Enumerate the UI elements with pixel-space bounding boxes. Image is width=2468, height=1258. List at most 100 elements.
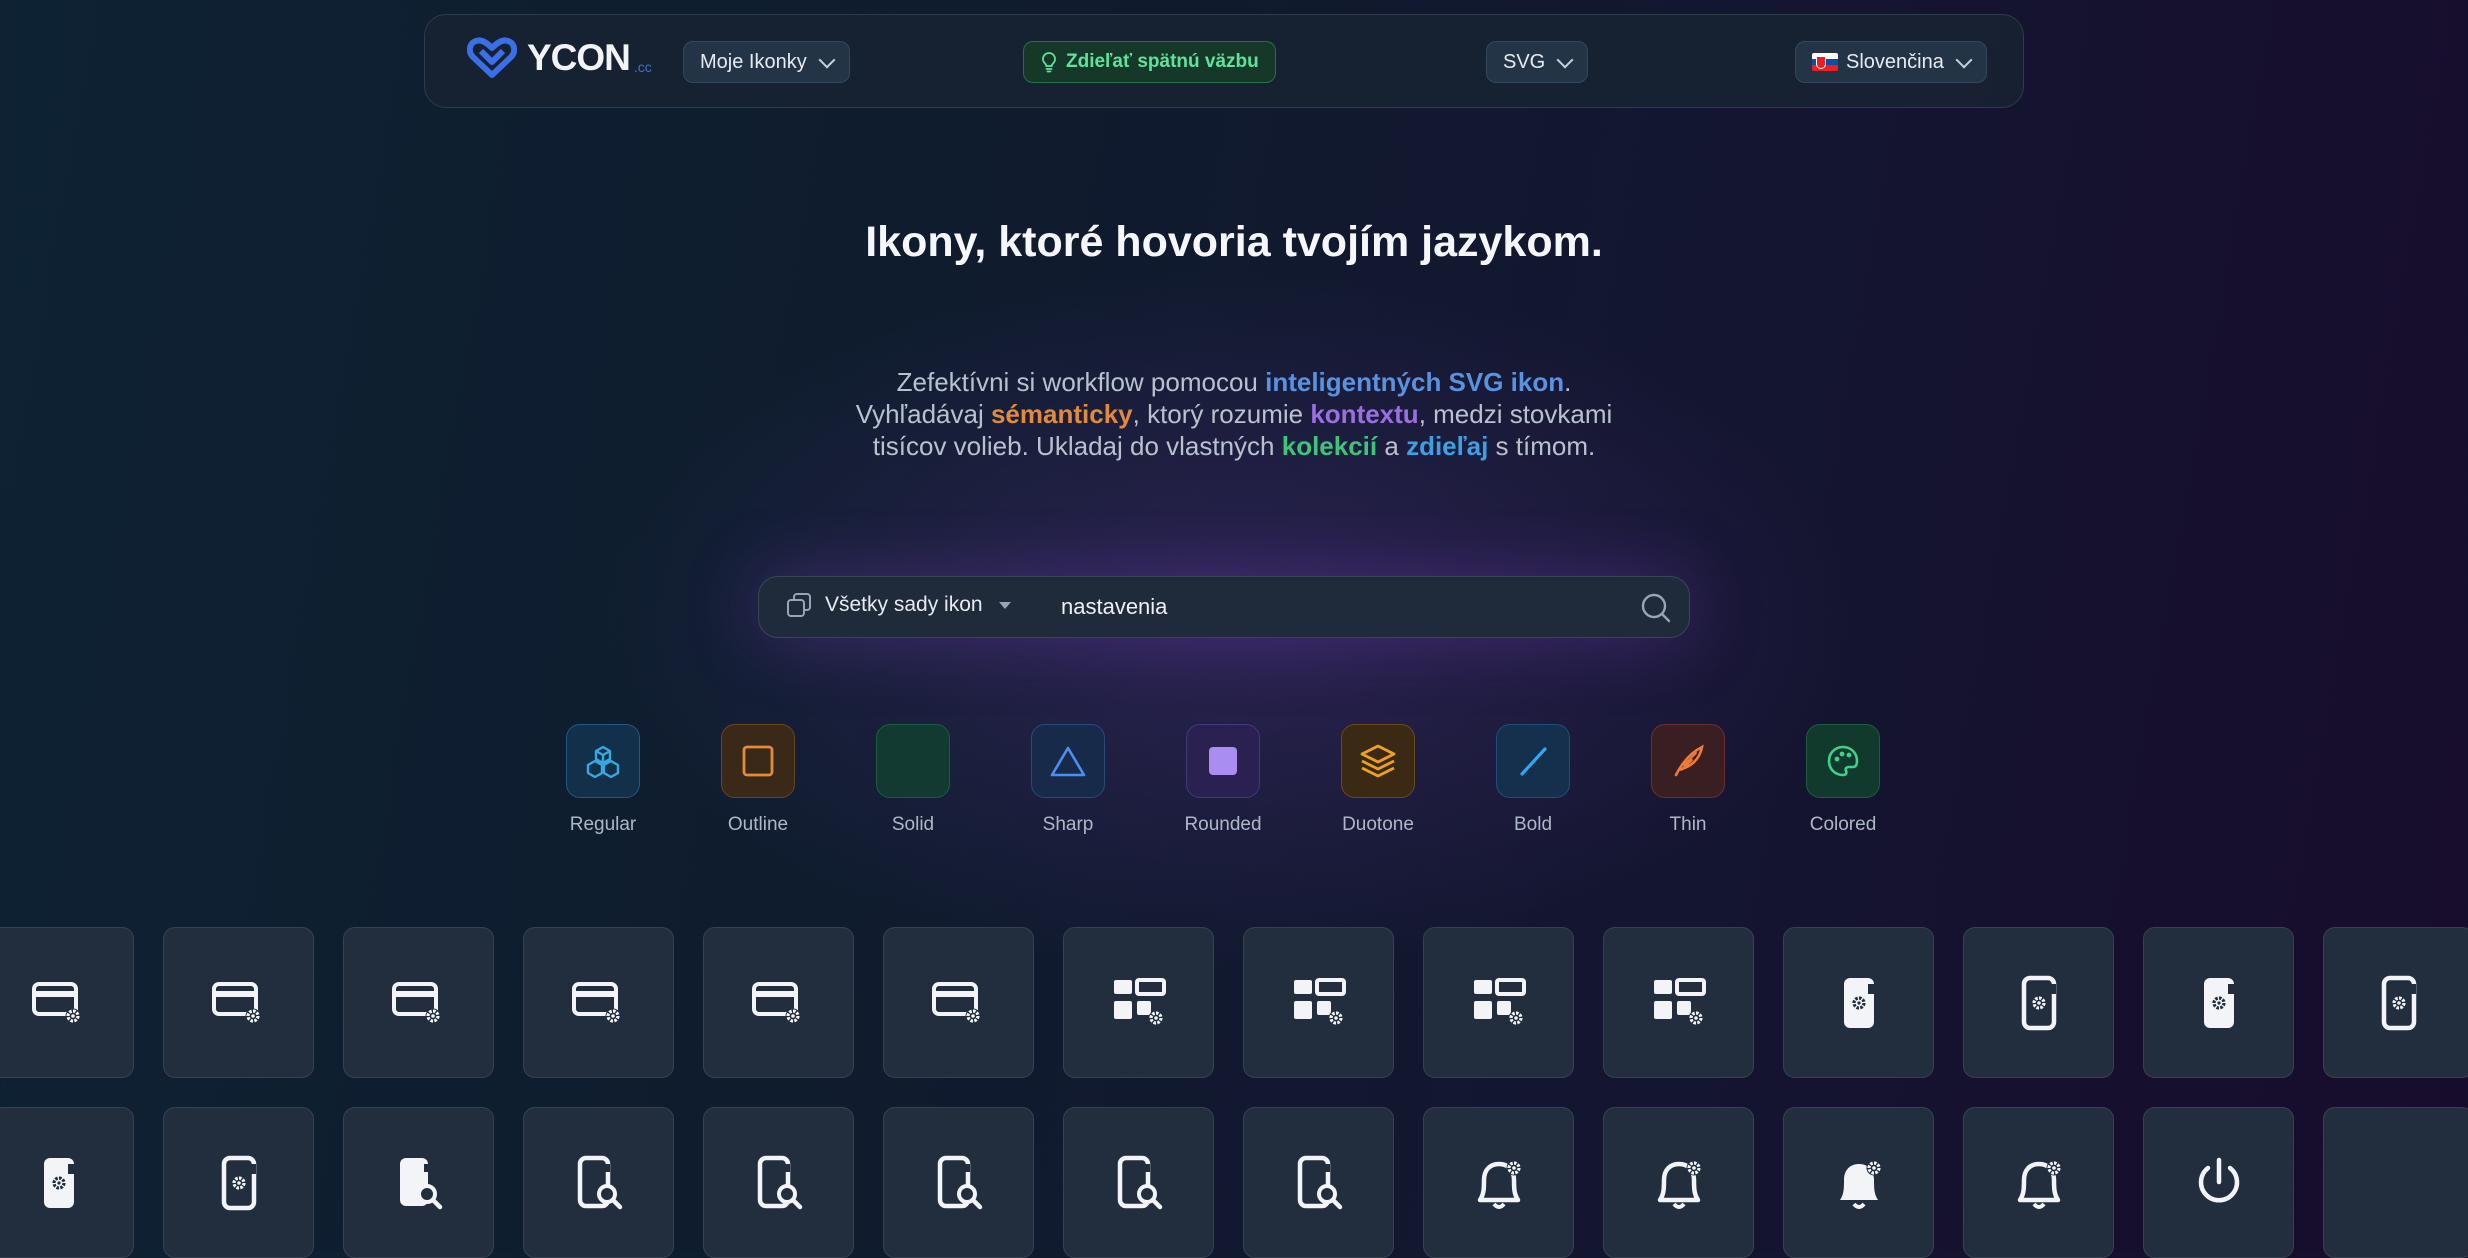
style-filter-row: Regular Outline Solid Sharp Rounded Duot… [566,724,1880,836]
style-outline-tile[interactable] [721,724,795,798]
description-text: a [1377,431,1407,461]
format-dropdown[interactable]: SVG [1486,41,1589,83]
result-tile[interactable] [523,927,674,1078]
rounded-square-icon [1209,747,1237,775]
result-tile[interactable] [1063,1107,1214,1258]
description-text: s tímom. [1488,431,1596,461]
style-bold-tile[interactable] [1496,724,1570,798]
result-tile[interactable] [163,1107,314,1258]
phone-settings-icon [221,1155,256,1210]
caret-down-icon [998,601,1011,609]
format-label: SVG [1503,50,1546,73]
result-tile[interactable] [1063,927,1214,1078]
result-tile[interactable] [2323,1107,2468,1258]
description-text: . [1564,367,1572,397]
result-tile[interactable] [0,1107,134,1258]
style-rounded-tile[interactable] [1186,724,1260,798]
my-icons-dropdown[interactable]: Moje Ikonky [683,41,850,83]
style-solid-tile[interactable] [876,724,950,798]
language-dropdown[interactable]: Slovenčina [1795,41,1987,83]
description-text: tisícov volieb. Ukladaj do vlastných [872,431,1282,461]
style-duotone-label: Duotone [1342,814,1414,835]
result-tile[interactable] [343,1107,494,1258]
style-sharp-label: Sharp [1042,814,1094,835]
hero-description: Zefektívni si workflow pomocou inteligen… [734,366,1734,462]
search-input[interactable] [1061,587,1601,627]
square-outline-icon [742,745,774,777]
result-tile[interactable] [343,927,494,1078]
result-tile[interactable] [163,927,314,1078]
my-icons-label: Moje Ikonky [700,50,807,73]
style-colored[interactable]: Colored [1806,724,1880,836]
bell-settings-icon [1657,1160,1701,1209]
style-outline[interactable]: Outline [721,724,795,836]
feather-icon [1674,744,1704,777]
phone-search-icon [757,1155,802,1209]
style-sharp[interactable]: Sharp [1031,724,1105,836]
slovak-flag-icon [1812,53,1838,71]
palette-icon [1827,745,1859,777]
style-thin[interactable]: Thin [1651,724,1725,836]
logo-tld: .cc [633,59,652,75]
style-solid[interactable]: Solid [876,724,950,836]
highlight-share: zdieľaj [1406,431,1489,461]
phone-search-icon [399,1157,442,1209]
chevron-down-icon [1556,51,1574,68]
style-solid-label: Solid [891,814,935,835]
phone-settings-icon [2381,975,2416,1030]
result-tile[interactable] [1783,1107,1934,1258]
style-bold[interactable]: Bold [1496,724,1570,836]
result-tile[interactable] [883,927,1034,1078]
cubes-icon [586,745,620,779]
result-tile[interactable] [1243,927,1394,1078]
dashboard-settings-icon [1473,977,1526,1025]
card-settings-icon [211,981,260,1023]
result-tile[interactable] [2143,1107,2294,1258]
result-tile[interactable] [703,1107,854,1258]
style-regular-tile[interactable] [566,724,640,798]
icon-set-dropdown[interactable]: Všetky sady ikon [785,591,1011,619]
logo-text: YCON [527,37,631,78]
layers-icon [1360,744,1396,778]
style-rounded[interactable]: Rounded [1184,724,1262,836]
result-tile[interactable] [0,927,134,1078]
result-tile[interactable] [1423,927,1574,1078]
style-duotone[interactable]: Duotone [1341,724,1415,836]
result-tile[interactable] [523,1107,674,1258]
result-tile[interactable] [1963,927,2114,1078]
result-tile[interactable] [1603,927,1754,1078]
result-tile[interactable] [883,1107,1034,1258]
bold-slash-icon [1520,747,1547,776]
phone-search-icon [937,1155,982,1209]
result-tile[interactable] [1243,1107,1394,1258]
phone-search-icon [1117,1155,1162,1209]
search-button[interactable] [1639,591,1673,625]
style-duotone-tile[interactable] [1341,724,1415,798]
card-settings-icon [931,981,980,1023]
style-colored-tile[interactable] [1806,724,1880,798]
style-sharp-tile[interactable] [1031,724,1105,798]
result-tile[interactable] [2323,927,2468,1078]
feedback-button[interactable]: Zdieľať spätnú väzbu [1023,41,1276,83]
chevron-down-icon [1955,51,1973,68]
logo[interactable]: YCON .cc [467,37,652,79]
result-tile[interactable] [1963,1107,2114,1258]
result-tile[interactable] [1783,927,1934,1078]
result-tile[interactable] [1603,1107,1754,1258]
highlight-collections: kolekcií [1281,431,1378,461]
page-headline: Ikony, ktoré hovoria tvojím jazykom. [865,218,1603,266]
result-tile[interactable] [1423,1107,1574,1258]
style-colored-label: Colored [1809,814,1877,835]
phone-settings-icon [2021,975,2056,1030]
search-bar: Všetky sady ikon [758,576,1690,638]
description-text: , medzi stovkami [1418,399,1613,429]
result-tile[interactable] [2143,927,2294,1078]
result-tile[interactable] [703,927,854,1078]
feedback-label: Zdieľať spätnú väzbu [1066,51,1259,72]
dashboard-settings-icon [1293,977,1346,1025]
copy-icon [787,593,811,617]
style-regular[interactable]: Regular [566,724,640,836]
logo-heart-icon [467,37,517,78]
description-line-1: Zefektívni si workflow pomocou inteligen… [734,366,1734,398]
style-thin-tile[interactable] [1651,724,1725,798]
